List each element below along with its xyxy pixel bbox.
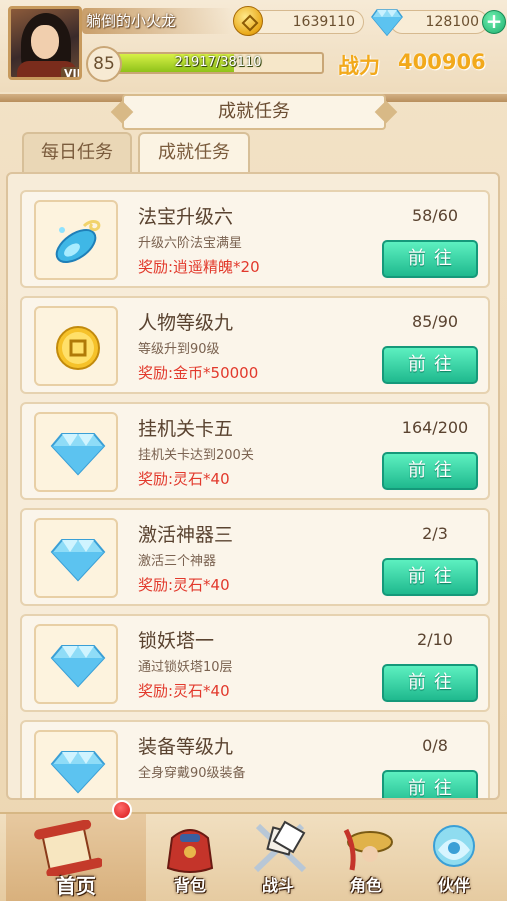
task-description: 等级升到90级 [138, 342, 220, 357]
task-progress: 164/200 [401, 418, 469, 437]
magic-treasure-icon [55, 220, 101, 263]
go-button[interactable]: 前往 [382, 346, 478, 384]
task-icon-box [34, 730, 118, 798]
vip-badge: VIP5 [61, 67, 79, 77]
go-button[interactable]: 前往 [382, 240, 478, 278]
bag-icon [166, 829, 214, 873]
nav-home[interactable]: 首页 [6, 814, 146, 901]
task-progress: 58/60 [411, 206, 459, 225]
task-description: 通过锁妖塔10层 [138, 660, 233, 675]
go-button[interactable]: 前往 [382, 664, 478, 702]
task-reward: 奖励:金币*50000 [138, 364, 259, 382]
nav-label: 伙伴 [437, 876, 470, 895]
task-reward: 奖励:逍遥精魄*20 [138, 258, 260, 276]
nav-bag[interactable]: 背包 [146, 814, 234, 901]
gold-coin-icon [56, 326, 100, 370]
task-card: 挂机关卡五 挂机关卡达到200关 奖励:灵石*40 164/200 前往 [20, 402, 490, 500]
nav-battle[interactable]: 战斗 [234, 814, 322, 901]
exp-text: 21917/38110 [174, 55, 262, 70]
nav-character[interactable]: 角色 [322, 814, 410, 901]
player-avatar[interactable]: VIP5 [8, 6, 82, 80]
coin-icon [233, 6, 263, 36]
diamond-icon [50, 433, 106, 476]
task-description: 挂机关卡达到200关 [138, 448, 254, 463]
task-icon-box [34, 306, 118, 386]
task-reward: 奖励:灵石*40 [138, 576, 230, 594]
gem-amount: 128100 [390, 10, 488, 34]
task-name: 激活神器三 [138, 524, 234, 546]
diamond-icon [50, 645, 106, 688]
character-icon [343, 828, 393, 871]
task-description: 升级六阶法宝满星 [138, 236, 243, 251]
task-icon-box [34, 624, 118, 704]
diamond-icon [50, 751, 106, 794]
scroll-icon [34, 820, 102, 876]
player-name: 躺倒的小火龙 [86, 12, 177, 30]
task-reward: 奖励:灵石*40 [138, 682, 230, 700]
task-card: 法宝升级六 升级六阶法宝满星 奖励:逍遥精魄*20 58/60 前往 [20, 190, 490, 288]
partner-icon [433, 825, 475, 867]
task-name: 法宝升级六 [138, 206, 234, 228]
bottom-nav: 首页 背包 战斗 角色 伙伴 [0, 812, 507, 901]
task-progress: 2/3 [422, 524, 448, 543]
task-card: 人物等级九 等级升到90级 奖励:金币*50000 85/90 前往 [20, 296, 490, 394]
power-label: 战力 [338, 54, 380, 78]
tab-achievement-tasks[interactable]: 成就任务 [138, 132, 250, 172]
notification-dot [112, 800, 132, 820]
task-description: 全身穿戴90级装备 [138, 766, 246, 781]
exp-bar: 21917/38110 [112, 52, 324, 74]
task-list-panel[interactable]: 法宝升级六 升级六阶法宝满星 奖励:逍遥精魄*20 58/60 前往 人物等级九… [6, 172, 500, 800]
swords-icon [253, 820, 307, 873]
task-description: 激活三个神器 [138, 554, 217, 569]
go-button[interactable]: 前往 [382, 558, 478, 596]
top-hud: VIP5 躺倒的小火龙 1639110 128100 + 85 21917/38… [0, 0, 507, 92]
nav-label: 首页 [56, 874, 96, 898]
task-icon-box [34, 412, 118, 492]
task-name: 人物等级九 [138, 312, 234, 334]
task-card: 锁妖塔一 通过锁妖塔10层 奖励:灵石*40 2/10 前往 [20, 614, 490, 712]
level-badge: 85 [86, 46, 122, 82]
go-button[interactable]: 前往 [382, 452, 478, 490]
add-gems-button[interactable]: + [482, 10, 506, 34]
nav-label: 背包 [173, 876, 206, 895]
task-icon-box [34, 518, 118, 598]
nav-label: 角色 [349, 876, 382, 895]
avatar-face [31, 25, 59, 59]
gold-amount: 1639110 [246, 10, 364, 34]
go-button[interactable]: 前往 [382, 770, 478, 798]
task-progress: 0/8 [422, 736, 448, 755]
page-title: 成就任务 [122, 94, 386, 130]
nav-label: 战斗 [261, 876, 294, 895]
task-progress: 2/10 [417, 630, 453, 649]
task-name: 锁妖塔一 [138, 630, 215, 652]
task-card: 装备等级九 全身穿戴90级装备 0/8 前往 [20, 720, 490, 798]
nav-partner[interactable]: 伙伴 [410, 814, 498, 901]
task-progress: 85/90 [411, 312, 459, 331]
task-icon-box [34, 200, 118, 280]
tab-daily-tasks[interactable]: 每日任务 [22, 132, 132, 172]
diamond-icon [371, 9, 403, 36]
task-name: 挂机关卡五 [138, 418, 234, 440]
power-value: 400906 [398, 50, 486, 74]
task-name: 装备等级九 [138, 736, 234, 758]
diamond-icon [50, 539, 106, 582]
task-card: 激活神器三 激活三个神器 奖励:灵石*40 2/3 前往 [20, 508, 490, 606]
task-reward: 奖励:灵石*40 [138, 470, 230, 488]
